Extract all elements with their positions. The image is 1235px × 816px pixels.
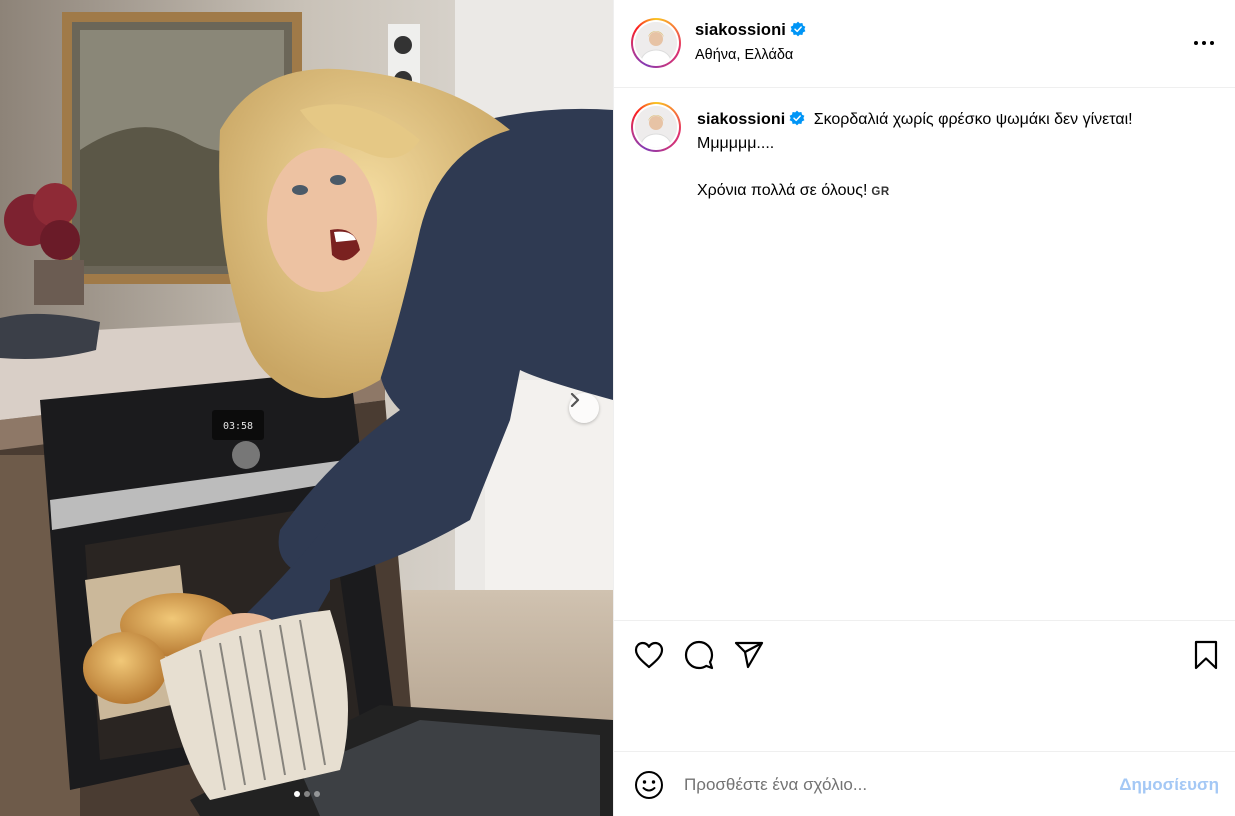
more-options-button[interactable] [1192, 34, 1216, 52]
carousel-dot [303, 791, 310, 797]
bookmark-icon [1194, 640, 1218, 670]
verified-badge-icon [790, 21, 806, 37]
comment-input[interactable] [684, 770, 1104, 800]
post-caption: siakossioni Σκορδαλιά χωρίς φρέσκο ψωμάκ… [697, 108, 1207, 204]
flag-emoji-gr: GR [871, 186, 890, 198]
more-dots-icon [1194, 41, 1198, 45]
caption-avatar[interactable] [631, 102, 681, 152]
verified-badge-icon [789, 110, 805, 126]
post-comment-button[interactable]: Δημοσίευση [1119, 775, 1219, 795]
carousel-dot [313, 791, 320, 797]
carousel-indicator [0, 791, 613, 797]
comment-icon [684, 640, 714, 670]
caption-text-line-3: Χρόνια πολλά σε όλους! [697, 182, 868, 199]
username[interactable]: siakossioni [695, 21, 786, 39]
oven-clock: 03:58 [223, 421, 253, 432]
caption-text-line-2: Μμμμμμ.... [697, 135, 775, 152]
post-media[interactable]: 03:58 [0, 0, 613, 816]
comment-button[interactable] [683, 639, 715, 671]
caption-text-line-1: Σκορδαλιά χωρίς φρέσκο ψωμάκι δεν γίνετα… [813, 111, 1133, 128]
post-location[interactable]: Αθήνα, Ελλάδα [695, 47, 793, 63]
post-actions [614, 620, 1235, 752]
like-button[interactable] [633, 639, 665, 671]
caption-username[interactable]: siakossioni [697, 111, 785, 128]
post-side-panel: siakossioni Αθήνα, Ελλάδα siakossioni Σκ… [613, 0, 1235, 816]
carousel-next-button[interactable] [569, 393, 599, 423]
carousel-dot [293, 791, 300, 797]
post-header: siakossioni Αθήνα, Ελλάδα [614, 0, 1235, 88]
heart-icon [634, 641, 664, 669]
emoji-icon [635, 771, 663, 799]
add-comment-bar: Δημοσίευση [614, 752, 1235, 816]
avatar[interactable] [631, 18, 681, 68]
save-button[interactable] [1190, 639, 1222, 671]
share-button[interactable] [733, 639, 765, 671]
emoji-button[interactable] [633, 769, 665, 801]
share-icon [734, 641, 764, 669]
chevron-right-icon [570, 393, 580, 407]
post-photo: 03:58 [0, 0, 613, 816]
